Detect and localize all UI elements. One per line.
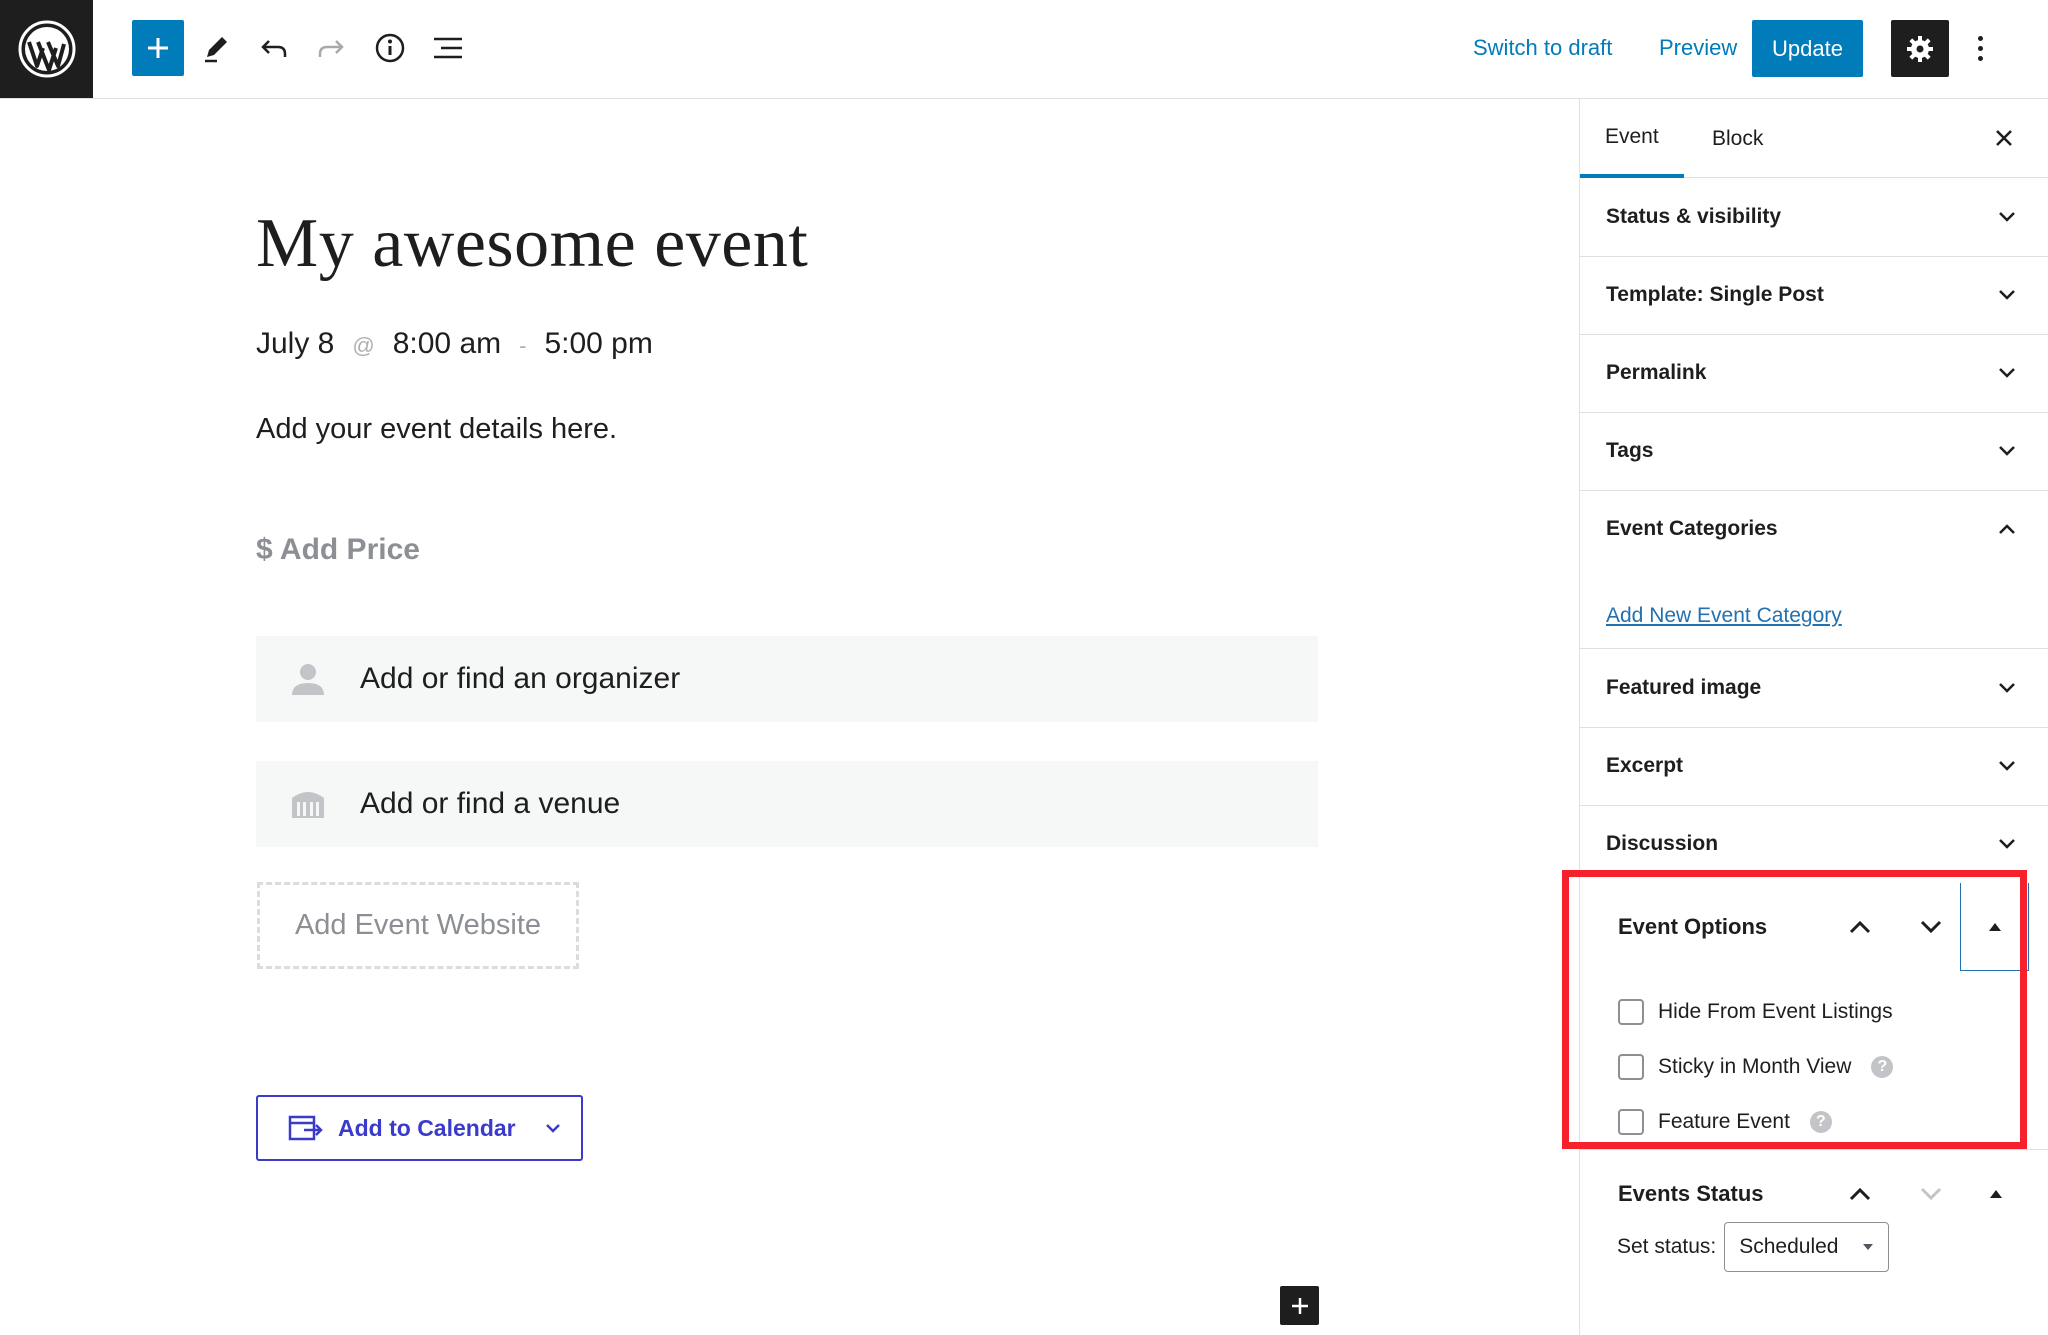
- panel-title: Featured image: [1606, 676, 1762, 699]
- event-datetime[interactable]: July 8 @ 8:00 am - 5:00 pm: [256, 327, 653, 361]
- panel-event-categories: Event Categories Add New Event Category: [1580, 490, 2048, 649]
- chevron-down-icon: [1999, 761, 2015, 771]
- organizer-finder[interactable]: Add or find an organizer: [256, 636, 1318, 722]
- chevron-down-icon: [1999, 368, 2015, 378]
- event-website-field[interactable]: Add Event Website: [257, 882, 579, 969]
- undo-icon: [261, 40, 287, 57]
- editor-toolbar: Switch to draft Preview Update: [0, 0, 2048, 99]
- gear-icon: [1907, 35, 1933, 62]
- close-sidebar-button[interactable]: [1983, 117, 2025, 159]
- add-new-event-category-link[interactable]: Add New Event Category: [1606, 604, 1842, 628]
- chevron-down-icon: [545, 1124, 560, 1133]
- panel-title: Discussion: [1606, 832, 1719, 855]
- panel-title: Template: Single Post: [1606, 283, 1824, 306]
- event-price-field[interactable]: $ Add Price: [256, 533, 420, 567]
- event-details-paragraph[interactable]: Add your event details here.: [256, 413, 617, 446]
- block-inserter-button[interactable]: [1280, 1286, 1319, 1325]
- chevron-down-icon: [1999, 212, 2015, 222]
- panel-excerpt[interactable]: Excerpt: [1580, 727, 2048, 806]
- triangle-down-icon: [1863, 1244, 1874, 1250]
- add-block-button[interactable]: [132, 20, 184, 76]
- editor-canvas: My awesome event July 8 @ 8:00 am - 5:00…: [0, 99, 1578, 1335]
- options-menu-button[interactable]: [1968, 22, 1992, 74]
- event-status-selected: Scheduled: [1739, 1235, 1839, 1258]
- undo-button[interactable]: [248, 20, 300, 76]
- close-icon: [1996, 130, 2012, 146]
- venue-finder[interactable]: Add or find a venue: [256, 761, 1318, 847]
- move-up-button[interactable]: [1836, 1170, 1884, 1218]
- plus-icon: [1291, 1297, 1308, 1314]
- set-status-row: Set status: Scheduled: [1617, 1222, 1890, 1272]
- panel-title: Permalink: [1606, 361, 1707, 384]
- event-date[interactable]: July 8: [256, 327, 334, 361]
- time-separator: -: [519, 333, 527, 358]
- panel-tags[interactable]: Tags: [1580, 412, 2048, 491]
- pencil-icon: [205, 37, 227, 63]
- add-to-calendar-button[interactable]: Add to Calendar: [256, 1095, 583, 1161]
- settings-button[interactable]: [1891, 20, 1949, 77]
- wordpress-logo-icon[interactable]: [0, 0, 93, 98]
- settings-sidebar: Event Block Status & visibility Template…: [1579, 99, 2048, 1335]
- collapse-toggle-button[interactable]: [1972, 1170, 2020, 1218]
- move-down-button[interactable]: [1907, 1170, 1955, 1218]
- sidebar-tabs: Event Block: [1580, 99, 2048, 178]
- plus-icon: [148, 38, 168, 58]
- triangle-up-icon: [1990, 1190, 2002, 1198]
- panel-permalink[interactable]: Permalink: [1580, 334, 2048, 413]
- panel-title: Excerpt: [1606, 754, 1684, 777]
- event-end-time[interactable]: 5:00 pm: [544, 327, 652, 361]
- chevron-down-icon: [1920, 1187, 1942, 1201]
- panel-title: Event Categories: [1606, 517, 1778, 540]
- redo-button[interactable]: [305, 20, 357, 76]
- panel-title: Status & visibility: [1606, 205, 1782, 228]
- tools-button[interactable]: [190, 20, 242, 76]
- chevron-down-icon: [1999, 446, 2015, 456]
- event-start-time[interactable]: 8:00 am: [393, 327, 501, 361]
- post-title[interactable]: My awesome event: [256, 204, 808, 284]
- update-button[interactable]: Update: [1752, 20, 1863, 77]
- panel-featured-image[interactable]: Featured image: [1580, 649, 2048, 728]
- event-status-select[interactable]: Scheduled: [1724, 1222, 1890, 1272]
- preview-button[interactable]: Preview: [1659, 22, 1737, 74]
- details-button[interactable]: [364, 20, 416, 76]
- chevron-up-icon: [1999, 524, 2015, 534]
- chevron-down-icon: [1999, 290, 2015, 300]
- list-view-icon: [434, 37, 462, 59]
- venue-icon: [256, 784, 360, 824]
- add-to-calendar-label: Add to Calendar: [338, 1114, 516, 1141]
- chevron-down-icon: [1999, 839, 2015, 849]
- kebab-menu-icon: [1977, 35, 1983, 41]
- panel-template[interactable]: Template: Single Post: [1580, 256, 2048, 335]
- person-icon: [256, 659, 360, 699]
- panel-status-visibility[interactable]: Status & visibility: [1580, 178, 2048, 257]
- chevron-up-icon: [1849, 1187, 1871, 1201]
- panel-title: Tags: [1606, 439, 1654, 462]
- list-view-button[interactable]: [422, 20, 474, 76]
- switch-to-draft-button[interactable]: Switch to draft: [1473, 22, 1612, 74]
- set-status-label: Set status:: [1617, 1235, 1717, 1258]
- calendar-export-icon: [288, 1115, 323, 1141]
- annotation-highlight-box: [1562, 870, 2027, 1149]
- panel-event-categories-header[interactable]: Event Categories: [1580, 490, 2048, 568]
- venue-placeholder: Add or find a venue: [360, 787, 621, 820]
- events-status-title: Events Status: [1618, 1181, 1764, 1206]
- tab-event[interactable]: Event: [1580, 99, 1684, 178]
- chevron-down-icon: [1999, 683, 2015, 693]
- at-separator: @: [352, 333, 375, 358]
- info-icon: [375, 33, 405, 63]
- redo-icon: [318, 40, 344, 57]
- tab-block[interactable]: Block: [1687, 99, 1788, 178]
- organizer-placeholder: Add or find an organizer: [360, 662, 681, 695]
